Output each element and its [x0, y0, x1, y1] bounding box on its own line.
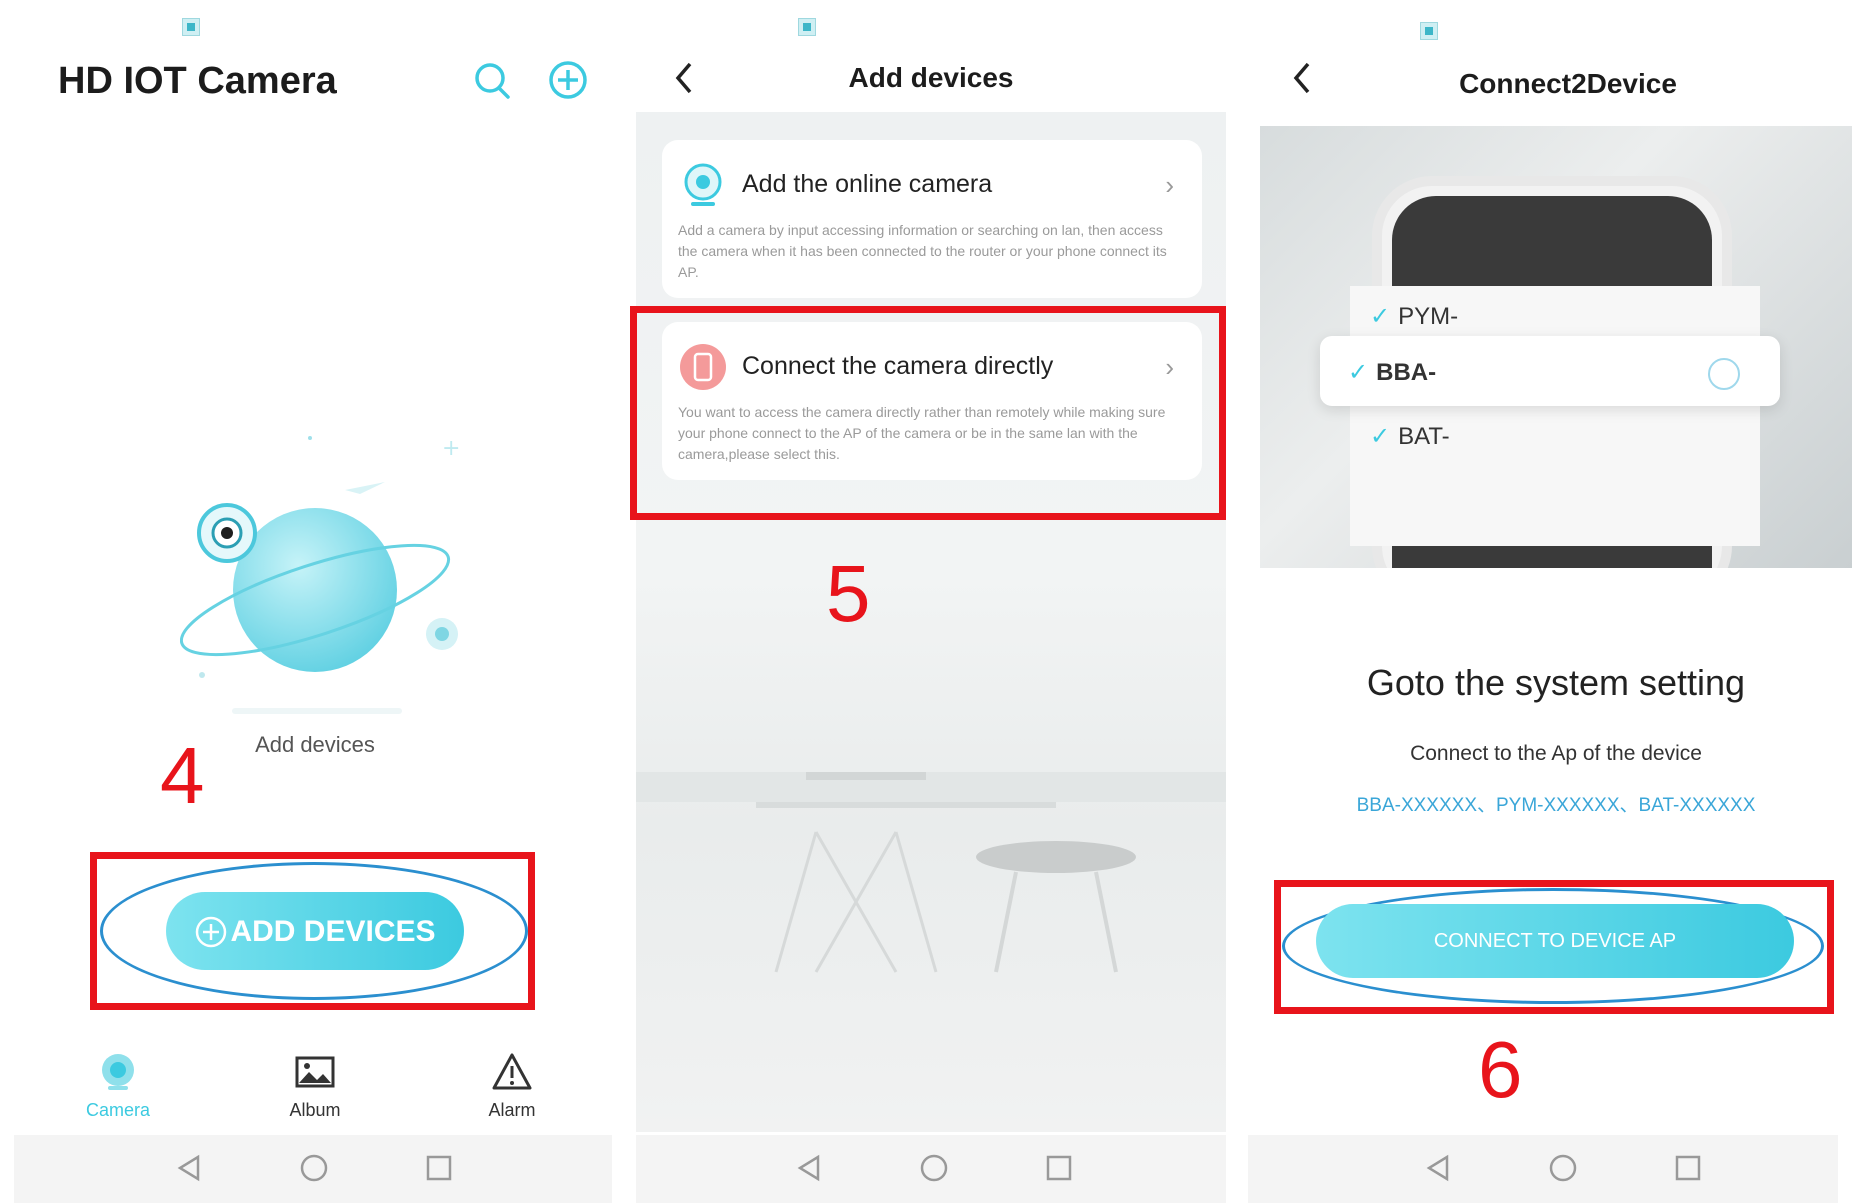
nav-recents-icon[interactable]: [424, 1153, 454, 1183]
wifi-item-label: PYM-: [1398, 303, 1459, 330]
tab-camera-label: Camera: [85, 1100, 151, 1120]
android-nav-bar: [636, 1135, 1226, 1203]
step-number-5: 5: [826, 549, 871, 638]
nav-back-icon[interactable]: [174, 1153, 204, 1183]
instruction-subheading: Connect to the Ap of the device: [1410, 742, 1702, 765]
nav-recents-icon[interactable]: [1673, 1153, 1703, 1183]
alarm-icon: [492, 1053, 532, 1090]
search-icon[interactable]: [472, 60, 512, 100]
wifi-item: ✓ BBA-: [1348, 358, 1436, 387]
add-icon: [196, 916, 227, 948]
tab-album-label: Album: [289, 1100, 341, 1120]
highlight-box: [630, 306, 1226, 520]
bottom-tab-bar: Camera Album Alarm: [0, 1050, 626, 1130]
planet-illustration: +: [180, 436, 460, 678]
check-icon: ✓: [1370, 303, 1391, 330]
wifi-item: ✓ PYM-: [1370, 302, 1458, 331]
album-icon: [295, 1056, 335, 1088]
empty-state-label: Add devices: [255, 732, 375, 757]
camera-icon: [102, 1054, 134, 1090]
status-notification-icon: [798, 18, 816, 36]
add-circle-icon[interactable]: [548, 60, 588, 100]
nav-recents-icon[interactable]: [1044, 1153, 1074, 1183]
info-icon: [1708, 358, 1740, 390]
nav-back-icon[interactable]: [1423, 1153, 1453, 1183]
instruction-heading: Goto the system setting: [1366, 662, 1746, 703]
option-online-camera[interactable]: Add the online camera › Add a camera by …: [662, 140, 1202, 298]
page-title: Add devices: [848, 62, 1014, 93]
nav-home-icon[interactable]: [919, 1153, 949, 1183]
wifi-item-label: BAT-: [1398, 423, 1450, 450]
tab-alarm-label: Alarm: [488, 1100, 536, 1120]
connect-to-device-ap-button[interactable]: CONNECT TO DEVICE AP: [1316, 904, 1794, 978]
wifi-item: ✓ BAT-: [1370, 422, 1450, 451]
back-icon[interactable]: [670, 58, 700, 98]
tab-alarm[interactable]: Alarm: [452, 1050, 572, 1121]
online-camera-icon: [684, 163, 722, 206]
home-screen: HD IOT Camera + Add devices 4 ADD DEVICE…: [0, 0, 626, 1203]
add-devices-label: ADD DEVICES: [230, 915, 436, 949]
option-online-description: Add a camera by input accessing informat…: [678, 222, 1167, 280]
connect-device-screen: Connect2Device ✓ PYM- ✓ BBA- ✓ BAT- Goto th…: [1238, 0, 1852, 1203]
illustration-shadow: [232, 708, 402, 714]
app-title: HD IOT Camera: [58, 60, 337, 102]
nav-home-icon[interactable]: [1548, 1153, 1578, 1183]
step-number-6: 6: [1478, 1025, 1523, 1114]
page-title: Connect2Device: [1459, 68, 1677, 99]
option-online-title: Add the online camera: [742, 170, 993, 198]
android-nav-bar: [14, 1135, 612, 1203]
chevron-right-icon: ›: [1165, 170, 1174, 200]
add-devices-screen: Add devices Add the online camera › Add …: [626, 0, 1238, 1203]
add-devices-button[interactable]: ADD DEVICES: [166, 892, 464, 970]
check-icon: ✓: [1348, 359, 1369, 386]
back-icon[interactable]: [1288, 58, 1318, 98]
wifi-settings-photo: ✓ PYM- ✓ BBA- ✓ BAT-: [1260, 126, 1852, 568]
nav-back-icon[interactable]: [794, 1153, 824, 1183]
android-nav-bar: [1248, 1135, 1838, 1203]
status-notification-icon: [182, 18, 200, 36]
step-number-4: 4: [160, 731, 205, 820]
tab-album[interactable]: Album: [255, 1050, 375, 1121]
check-icon: ✓: [1370, 423, 1391, 450]
status-notification-icon: [1420, 22, 1438, 40]
wifi-item-label: BBA-: [1376, 359, 1437, 386]
tab-camera[interactable]: Camera: [58, 1050, 178, 1121]
svg-text:+: +: [442, 436, 460, 461]
nav-home-icon[interactable]: [299, 1153, 329, 1183]
ap-name-list: BBA-XXXXXX、PYM-XXXXXX、BAT-XXXXXX: [1356, 795, 1756, 816]
